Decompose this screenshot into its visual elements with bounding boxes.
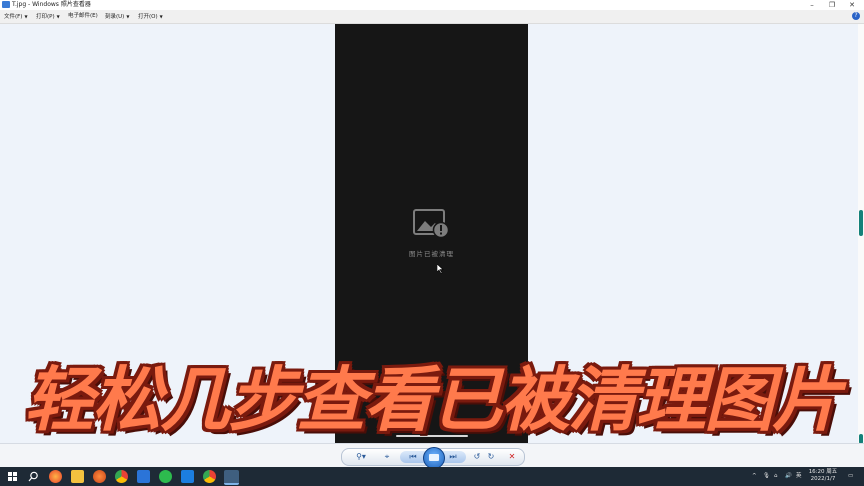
chrome-icon[interactable] (115, 470, 128, 483)
app-icon-security[interactable] (181, 470, 194, 483)
title-bar: T.jpg - Windows 照片查看器 – ❐ ✕ (0, 0, 864, 10)
taskbar-clock[interactable]: 16:20 周五 2022/1/7 (803, 469, 843, 483)
rotate-cw-icon[interactable]: ↻ (484, 452, 498, 462)
fit-window-icon[interactable]: ⌖ (380, 452, 394, 462)
next-icon[interactable]: ⏭ (446, 452, 460, 462)
search-icon[interactable] (27, 470, 40, 483)
image-cleared-text: 图片已被清理 (409, 250, 454, 258)
toolbar-controls: ⚲▾ ⌖ ⏮ ⏭ ↺ ↻ ✕ (341, 447, 525, 469)
wechat-icon[interactable] (159, 470, 172, 483)
delete-icon[interactable]: ✕ (505, 452, 519, 462)
restore-button[interactable]: ❐ (822, 0, 842, 10)
browser-icon[interactable] (93, 470, 106, 483)
viewer-toolbar: ⚲▾ ⌖ ⏮ ⏭ ↺ ↻ ✕ (0, 443, 864, 469)
chevron-down-icon: ▼ (56, 14, 60, 19)
chevron-down-icon: ▼ (24, 14, 28, 19)
scrollbar-thumb[interactable] (859, 210, 863, 236)
app-icon-blue[interactable] (137, 470, 150, 483)
chrome-icon-2[interactable] (203, 470, 216, 483)
menu-print-label: 打印(P) (36, 14, 55, 20)
firefox-icon[interactable] (49, 470, 62, 483)
close-button[interactable]: ✕ (842, 0, 862, 10)
network-icon[interactable]: ⌂ (774, 467, 778, 486)
menu-print[interactable]: 打印(P) ▼ (36, 10, 60, 23)
notification-icon[interactable]: ▭ (848, 467, 853, 486)
window-title: T.jpg - Windows 照片查看器 (12, 1, 91, 8)
menu-email[interactable]: 电子邮件(E) (68, 10, 98, 23)
chevron-down-icon: ▼ (159, 14, 163, 19)
previous-icon[interactable]: ⏮ (406, 452, 420, 462)
menu-burn-label: 刻录(U) (105, 14, 125, 20)
windows-taskbar: ^ 🎙 ⌂ 🔊 英 16:20 周五 2022/1/7 ▭ (0, 467, 864, 486)
microphone-icon[interactable]: 🎙 (763, 467, 770, 486)
menu-file[interactable]: 文件(F) ▼ (4, 10, 28, 23)
menu-file-label: 文件(F) (4, 14, 23, 20)
clock-date: 2022/1/7 (810, 476, 836, 482)
chevron-down-icon: ▼ (126, 14, 130, 19)
help-icon[interactable]: ? (852, 12, 860, 20)
zoom-icon[interactable]: ⚲▾ (352, 452, 370, 462)
menu-bar: 文件(F) ▼ 打印(P) ▼ 电子邮件(E) 刻录(U) ▼ 打开(O) ▼ ? (0, 10, 864, 24)
menu-open[interactable]: 打开(O) ▼ (138, 10, 163, 23)
tray-overflow-icon[interactable]: ^ (752, 467, 757, 486)
video-caption: 轻松几步查看已被清理图片 (24, 359, 842, 441)
photo-viewer-app-icon (2, 1, 10, 8)
menu-email-label: 电子邮件(E) (68, 13, 98, 19)
volume-icon[interactable]: 🔊 (785, 467, 792, 486)
rotate-ccw-icon[interactable]: ↺ (470, 452, 484, 462)
windows-start-icon[interactable] (6, 470, 19, 483)
slideshow-icon[interactable] (423, 447, 445, 469)
menu-open-label: 打开(O) (138, 14, 158, 20)
file-explorer-icon[interactable] (71, 470, 84, 483)
photo-viewer-taskbar-icon[interactable] (224, 470, 239, 485)
minimize-button[interactable]: – (802, 0, 822, 10)
image-broken-icon (413, 209, 450, 238)
clock-time: 16:20 周五 (808, 469, 838, 475)
input-language[interactable]: 英 (796, 467, 802, 486)
mouse-cursor-icon (437, 264, 444, 274)
menu-burn[interactable]: 刻录(U) ▼ (105, 10, 129, 23)
